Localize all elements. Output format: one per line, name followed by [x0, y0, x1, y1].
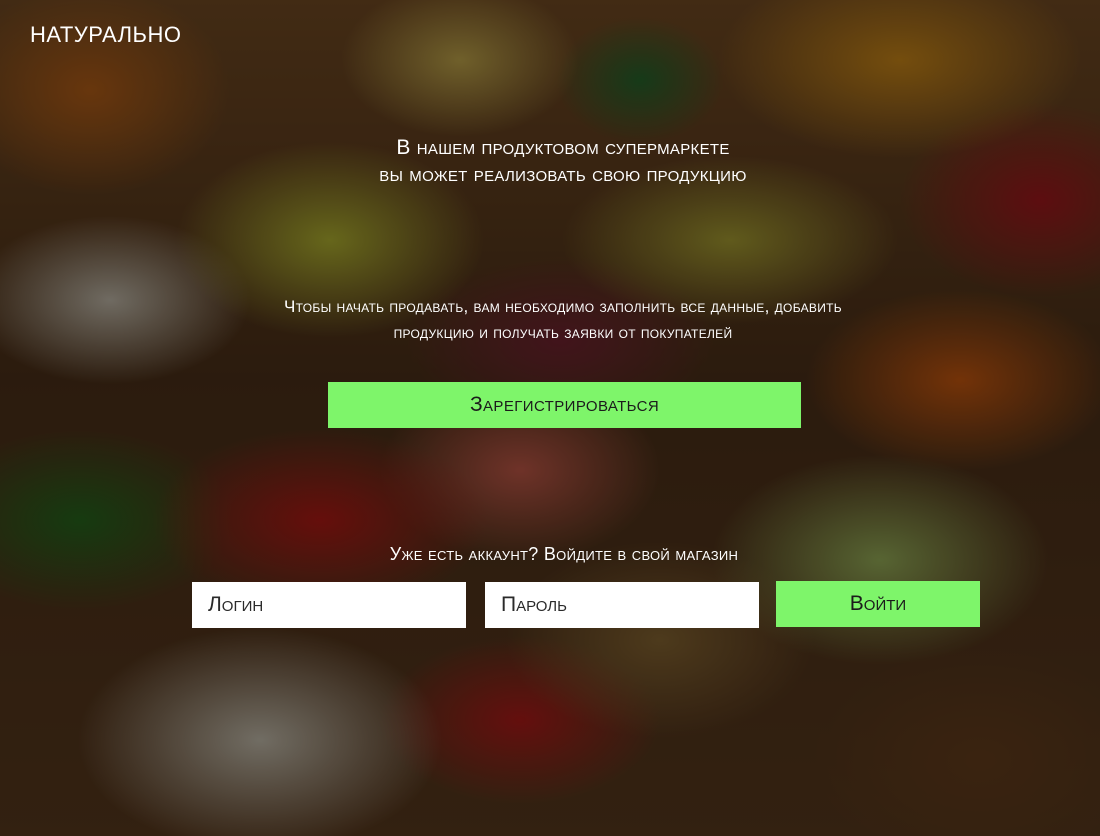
hero-lead-text: Чтобы начать продавать, вам необходимо з…	[0, 294, 1100, 346]
hero-lead-line-2: продукцию и получать заявки от покупател…	[393, 323, 733, 342]
login-hint: Уже есть аккаунт? Войдите в свой магазин	[389, 544, 739, 564]
sign-in-button[interactable]: Войти	[776, 581, 980, 627]
register-button[interactable]: Зарегистрироваться	[328, 382, 801, 428]
hero-lead-line-1: Чтобы начать продавать, вам необходимо з…	[284, 297, 842, 316]
hero-headline-line-1: В нашем продуктовом супермаркете	[396, 136, 730, 159]
hero-headline-line-2: вы может реализовать свою продукцию	[379, 163, 747, 186]
login-input[interactable]	[192, 582, 466, 628]
hero-headline: В нашем продуктовом супермаркете вы може…	[0, 134, 1100, 188]
password-input[interactable]	[485, 582, 759, 628]
site-logo[interactable]: Натурально	[30, 22, 182, 48]
